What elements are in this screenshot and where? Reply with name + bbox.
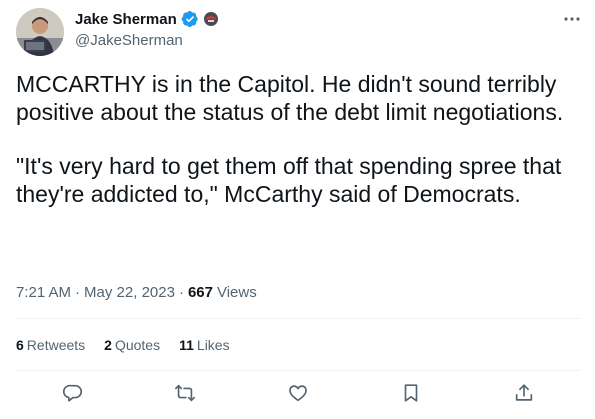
author-name[interactable]: Jake Sherman [75, 11, 177, 28]
retweets-label: Retweets [26, 337, 86, 353]
avatar-photo [16, 8, 64, 56]
avatar[interactable] [16, 8, 64, 56]
share-button[interactable] [513, 382, 535, 404]
bookmark-icon [404, 384, 418, 402]
quotes-count: 2 [104, 337, 112, 353]
tweet-date[interactable]: May 22, 2023 [84, 284, 175, 301]
share-icon [515, 384, 533, 401]
bookmark-button[interactable] [400, 382, 422, 404]
reply-icon [63, 384, 83, 402]
author-handle[interactable]: @JakeSherman [75, 32, 219, 49]
quotes-label: Quotes [114, 337, 161, 353]
author-block: Jake Sherman @JakeSherman [75, 10, 219, 49]
likes-stat[interactable]: 11 Likes [179, 337, 230, 353]
reply-button[interactable] [62, 382, 84, 404]
retweets-stat[interactable]: 6 Retweets [16, 337, 85, 353]
retweet-icon [175, 384, 195, 402]
more-options-icon[interactable] [560, 10, 584, 28]
divider [16, 318, 581, 319]
views-label: Views [216, 284, 257, 301]
quotes-stat[interactable]: 2 Quotes [104, 337, 160, 353]
retweets-count: 6 [16, 337, 24, 353]
views-count: 667 [187, 284, 213, 301]
engagement-stats: 6 Retweets 2 Quotes 11 Likes [16, 337, 249, 353]
author-name-row: Jake Sherman [75, 10, 219, 28]
retweet-button[interactable] [174, 382, 196, 404]
tweet-text: MCCARTHY is in the Capitol. He didn't so… [16, 70, 581, 208]
tweet-time[interactable]: 7:21 AM [16, 284, 71, 301]
tweet-paragraph: "It's very hard to get them off that spe… [16, 153, 562, 207]
divider [16, 370, 581, 371]
verified-badge-icon[interactable] [181, 10, 199, 28]
tweet-meta: 7:21 AM · May 22, 2023 · 667 Views [16, 284, 257, 301]
tweet-paragraph: MCCARTHY is in the Capitol. He didn't so… [16, 71, 564, 125]
heart-icon [289, 385, 307, 402]
likes-count: 11 [179, 337, 194, 353]
meta-separator: · [75, 284, 81, 301]
affiliation-badge-icon[interactable] [203, 11, 219, 27]
like-button[interactable] [287, 382, 309, 404]
tweet-card: Jake Sherman @JakeSherman MCCARTHY is in… [0, 0, 595, 419]
likes-label: Likes [196, 337, 230, 353]
action-bar [0, 382, 595, 410]
meta-separator: · [178, 284, 184, 301]
